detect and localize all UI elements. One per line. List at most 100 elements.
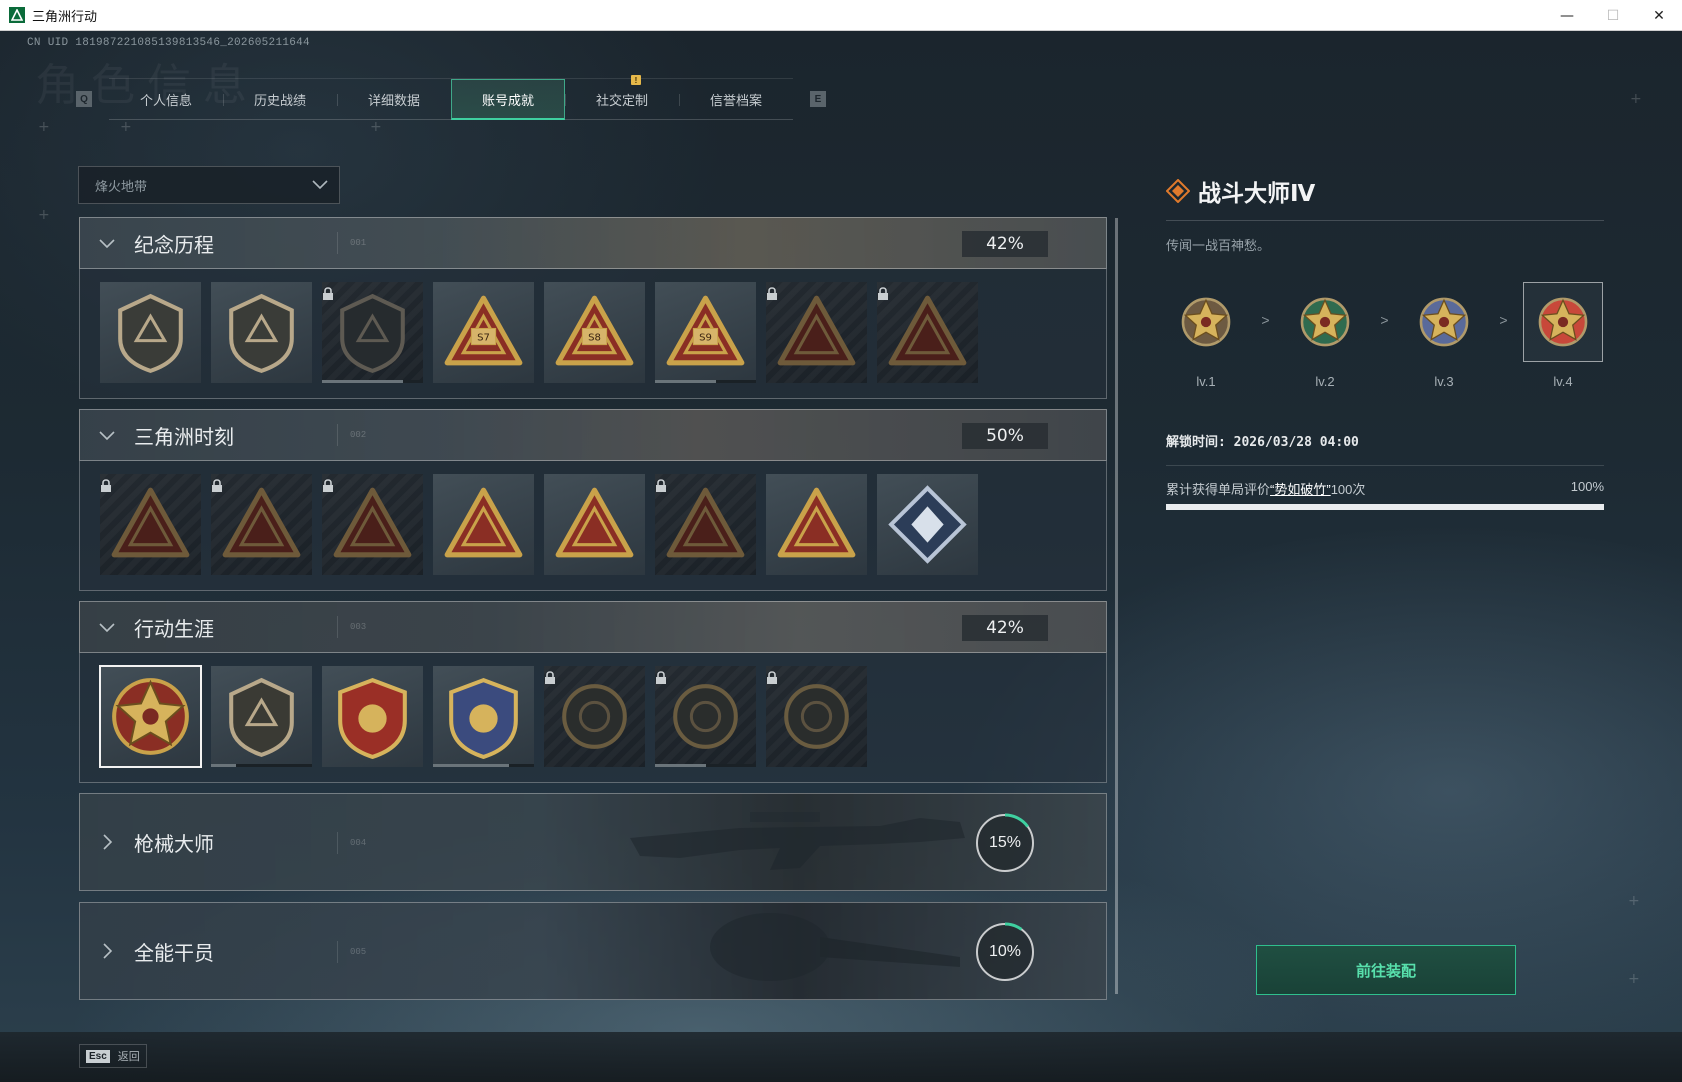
achievement-badge[interactable] [433, 666, 534, 767]
diamond-hands-badge-icon [888, 485, 967, 564]
squad-badge-icon [555, 487, 634, 558]
prev-tab-key-hint[interactable]: Q [76, 91, 92, 107]
tab-detailed-stats[interactable]: 详细数据 [337, 79, 451, 120]
tab-match-history[interactable]: 历史战绩 [223, 79, 337, 120]
section-progress: 50% [962, 423, 1048, 449]
season-s8-badge-icon: S8 [555, 295, 634, 366]
achievement-section: 行动生涯 003 42% [79, 601, 1107, 783]
achievement-badge[interactable] [211, 474, 312, 575]
sections-scrollbar[interactable] [1115, 218, 1118, 994]
level-label: lv.4 [1553, 374, 1573, 389]
season-s9-badge-icon: S9 [666, 295, 745, 366]
section-header[interactable]: 行动生涯 003 42% [79, 601, 1107, 653]
achievement-badge[interactable] [99, 665, 202, 768]
badge-progress-fill [433, 764, 509, 767]
tab-credit-record[interactable]: 信誉档案 [679, 79, 793, 120]
task-progress-fill [1166, 504, 1604, 510]
polyhedron-hands-badge-icon [444, 487, 523, 558]
kneeling-soldier-badge-icon [333, 487, 412, 558]
achievement-badge[interactable]: S7 [433, 282, 534, 383]
star-medal-icon [1285, 282, 1365, 362]
next-tab-key-hint[interactable]: E [810, 91, 826, 107]
svg-text:S9: S9 [699, 333, 712, 344]
achievement-badge[interactable] [211, 666, 312, 767]
achievement-badge[interactable] [544, 474, 645, 575]
section-title: 三角洲时刻 [134, 424, 234, 449]
level-medal-icon [1538, 297, 1588, 347]
lock-icon [656, 479, 666, 492]
achievement-badge[interactable] [655, 474, 756, 575]
tab-social-customization[interactable]: ! 社交定制 [565, 75, 679, 120]
minimize-button[interactable]: — [1544, 0, 1590, 31]
hooded-operator-badge-icon [777, 295, 856, 366]
achievement-badge[interactable] [766, 666, 867, 767]
level-medal-icon [1419, 297, 1469, 347]
window-title: 三角洲行动 [32, 9, 98, 25]
level-item[interactable]: lv.3 [1404, 282, 1484, 389]
level-item[interactable]: lv.1 [1166, 282, 1246, 389]
level-item-current[interactable]: lv.4 [1523, 282, 1603, 389]
esc-key-hint: Esc [86, 1049, 110, 1063]
progress-ring: 15% [974, 812, 1036, 874]
achievement-badge[interactable] [655, 666, 756, 767]
section-code: 005 [350, 947, 367, 957]
back-label: 返回 [117, 1051, 140, 1063]
maximize-button[interactable]: ☐ [1590, 0, 1636, 31]
grid-cross-icon: + [38, 119, 50, 135]
season-s7-badge-icon: S7 [444, 295, 523, 366]
chevron-right-icon [103, 943, 113, 959]
achievement-section: 三角洲时刻 002 50% [79, 409, 1107, 591]
tab-alert-badge: ! [631, 75, 641, 85]
achievement-badge[interactable] [766, 282, 867, 383]
level-arrow: > [1380, 312, 1389, 328]
tab-personal-info[interactable]: 个人信息 [109, 79, 223, 120]
skull-coin-badge-icon [673, 684, 738, 749]
achievement-badge[interactable]: S8 [544, 282, 645, 383]
section-header[interactable]: 纪念历程 001 42% [79, 217, 1107, 269]
lock-icon [323, 479, 333, 492]
section-progress: 42% [962, 231, 1048, 257]
achievement-badge[interactable] [100, 282, 201, 383]
helicopter-badge-icon [229, 293, 294, 374]
grid-cross-icon: + [38, 207, 50, 223]
achievement-badge[interactable] [877, 282, 978, 383]
achievement-badge[interactable] [211, 282, 312, 383]
tab-account-achievements[interactable]: 账号成就 [451, 79, 565, 120]
achievement-badge[interactable] [544, 666, 645, 767]
back-button[interactable]: Esc 返回 [79, 1044, 147, 1068]
section-progress: 42% [962, 615, 1048, 641]
peak-shield-icon [118, 293, 183, 374]
level-item[interactable]: lv.2 [1285, 282, 1365, 389]
achievement-section-collapsed[interactable]: 全能干员 005 10% [79, 902, 1107, 1000]
divider [1166, 220, 1604, 221]
level-arrow: > [1261, 312, 1270, 328]
dark-hex-emblem-icon [340, 293, 405, 374]
lock-icon [767, 671, 777, 684]
task-highlight[interactable]: “势如破竹” [1270, 482, 1331, 497]
mode-dropdown[interactable]: 烽火地带 [78, 166, 340, 204]
achievement-badge[interactable] [322, 666, 423, 767]
badge-progress-fill [322, 380, 403, 383]
section-title: 纪念历程 [134, 232, 214, 257]
level-label: lv.3 [1434, 374, 1454, 389]
achievement-badge[interactable] [766, 474, 867, 575]
lock-icon [212, 479, 222, 492]
achievement-badge[interactable] [322, 282, 423, 383]
chevron-down-icon [312, 180, 328, 190]
task-row: 累计获得单局评价“势如破竹”100次 100% [1166, 479, 1604, 498]
section-header[interactable]: 三角洲时刻 002 50% [79, 409, 1107, 461]
level-medal-icon [1181, 297, 1231, 347]
achievement-badge[interactable]: S9 [655, 282, 756, 383]
achievement-badge[interactable] [322, 474, 423, 575]
achievement-badge[interactable] [100, 474, 201, 575]
chevron-right-icon [103, 834, 113, 850]
shield-wings-badge-icon [229, 677, 294, 758]
achievement-section-collapsed[interactable]: 枪械大师 004 15% [79, 793, 1107, 891]
window-titlebar: 三角洲行动 — ☐ ✕ [0, 0, 1682, 31]
achievement-detail-panel: 战斗大师Ⅳ 传闻一战百神愁。 lv.1 > lv.2 > lv.3 > lv.4… [1166, 174, 1604, 510]
achievement-badge[interactable] [433, 474, 534, 575]
go-equip-button[interactable]: 前往装配 [1256, 945, 1516, 995]
achievement-badge[interactable] [877, 474, 978, 575]
section-code: 002 [350, 430, 367, 440]
close-button[interactable]: ✕ [1636, 0, 1682, 31]
